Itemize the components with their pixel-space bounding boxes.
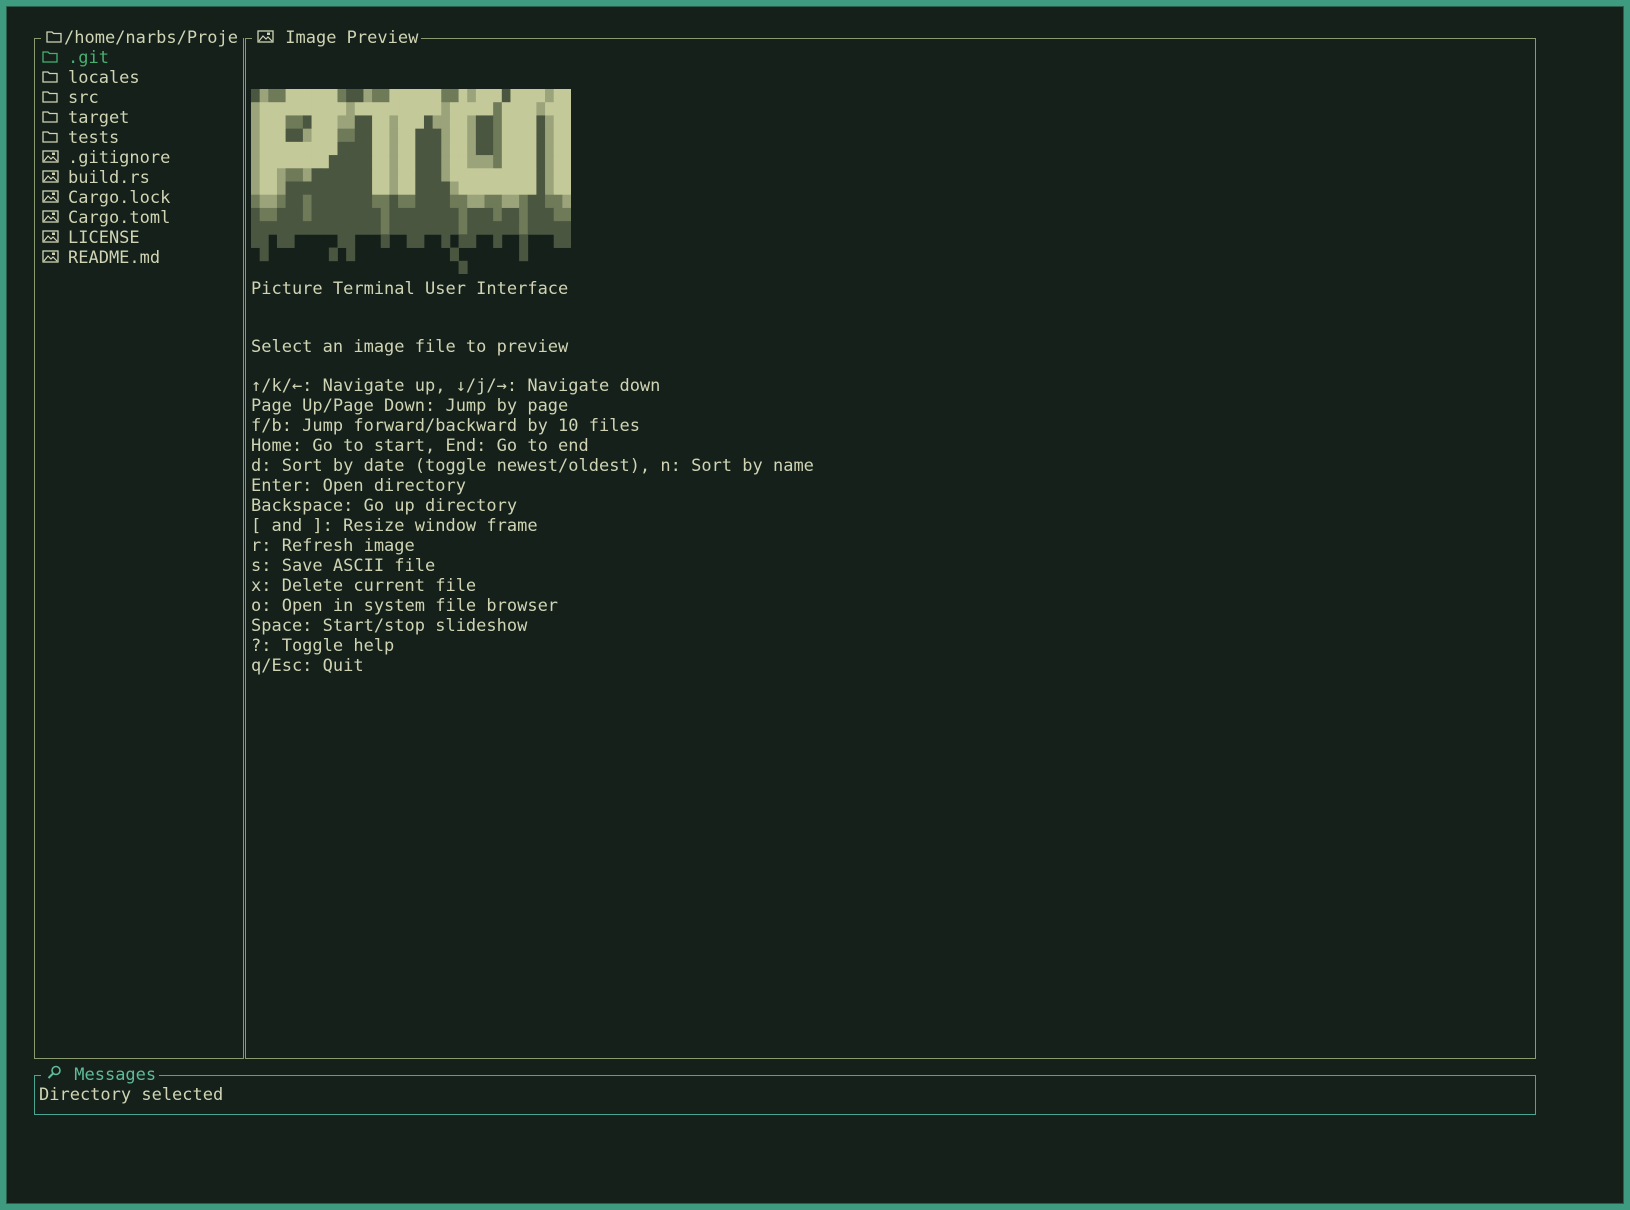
message-text: Directory selected <box>39 1085 224 1105</box>
help-text: ↑/k/←: Navigate up, ↓/j/→: Navigate down… <box>251 376 814 676</box>
ptui-logo <box>251 89 571 274</box>
file-name: README.md <box>68 248 161 268</box>
file-name: Cargo.toml <box>68 208 171 228</box>
file-browser-title: /home/narbs/Proje <box>41 28 243 48</box>
image-file-icon <box>40 228 60 248</box>
help-line: r: Refresh image <box>251 536 415 556</box>
file-name: LICENSE <box>68 228 140 248</box>
help-line: q/Esc: Quit <box>251 656 364 676</box>
help-line: d: Sort by date (toggle newest/oldest), … <box>251 456 814 476</box>
search-icon <box>44 1065 64 1085</box>
image-file-icon <box>40 248 60 268</box>
file-list-item[interactable]: README.md <box>40 248 243 268</box>
file-name: tests <box>68 128 120 148</box>
file-list-item[interactable]: locales <box>40 68 243 88</box>
help-line: s: Save ASCII file <box>251 556 436 576</box>
help-line: f/b: Jump forward/backward by 10 files <box>251 416 640 436</box>
help-line: Enter: Open directory <box>251 476 466 496</box>
help-line: x: Delete current file <box>251 576 477 596</box>
image-file-icon <box>40 208 60 228</box>
image-file-icon <box>40 168 60 188</box>
app-subtitle: Picture Terminal User Interface <box>251 279 569 299</box>
file-browser-panel: /home/narbs/Proje .git locales src target te… <box>34 28 244 1059</box>
help-line: Space: Start/stop slideshow <box>251 616 528 636</box>
file-name: Cargo.lock <box>68 188 171 208</box>
file-name: build.rs <box>68 168 150 188</box>
help-line: o: Open in system file browser <box>251 596 559 616</box>
messages-panel: Messages Directory selected <box>34 1065 1536 1115</box>
file-name: .git <box>68 48 109 68</box>
help-line: ↑/k/←: Navigate up, ↓/j/→: Navigate down <box>251 376 661 396</box>
file-name: locales <box>68 68 140 88</box>
file-list[interactable]: .git locales src target tests .gitignore build… <box>40 48 243 268</box>
help-line: [ and ]: Resize window frame <box>251 516 538 536</box>
help-line: Home: Go to start, End: Go to end <box>251 436 589 456</box>
image-file-icon <box>40 188 60 208</box>
folder-icon <box>40 108 60 128</box>
file-name: .gitignore <box>68 148 171 168</box>
terminal-window: /home/narbs/Proje .git locales src target te… <box>6 6 1624 1204</box>
file-name: target <box>68 108 130 128</box>
folder-icon <box>40 88 60 108</box>
file-name: src <box>68 88 99 108</box>
file-list-item[interactable]: .gitignore <box>40 148 243 168</box>
help-line: ?: Toggle help <box>251 636 395 656</box>
file-list-item[interactable]: Cargo.lock <box>40 188 243 208</box>
folder-icon <box>40 128 60 148</box>
preview-prompt: Select an image file to preview <box>251 337 569 357</box>
file-list-item[interactable]: target <box>40 108 243 128</box>
current-path: /home/narbs/Proje <box>64 28 238 48</box>
file-list-item[interactable]: .git <box>40 48 243 68</box>
messages-title: Messages <box>41 1065 160 1085</box>
file-list-item[interactable]: Cargo.toml <box>40 208 243 228</box>
file-list-item[interactable]: LICENSE <box>40 228 243 248</box>
help-line: Backspace: Go up directory <box>251 496 518 516</box>
file-list-item[interactable]: tests <box>40 128 243 148</box>
help-line: Page Up/Page Down: Jump by page <box>251 396 569 416</box>
folder-icon <box>40 68 60 88</box>
messages-label: Messages <box>74 1065 157 1085</box>
image-file-icon <box>40 148 60 168</box>
folder-icon <box>44 28 64 48</box>
file-list-item[interactable]: src <box>40 88 243 108</box>
folder-icon <box>40 48 60 68</box>
image-preview-panel: Image Preview Picture Terminal User Inte… <box>245 28 1536 1059</box>
file-list-item[interactable]: build.rs <box>40 168 243 188</box>
